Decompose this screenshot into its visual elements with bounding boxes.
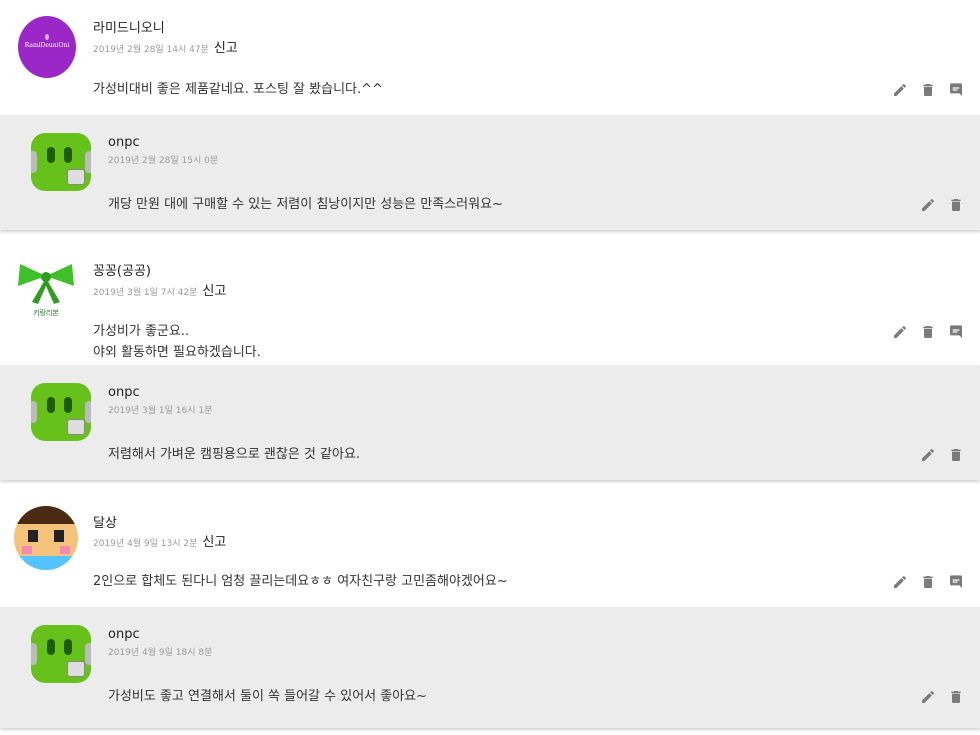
comment: 키랑리본 꽁꽁(공공) 2019년 3월 1일 7시 42분 신고 가성비가 좋군… — [0, 242, 980, 365]
pencil-icon[interactable] — [892, 324, 908, 340]
avatar[interactable]: RamiDeuniOni — [18, 16, 76, 78]
comment-author[interactable]: 꽁꽁(공공) — [93, 260, 151, 279]
trash-icon[interactable] — [948, 447, 964, 463]
comment-author[interactable]: 달상 — [93, 512, 117, 531]
comment-date: 2019년 2월 28일 14시 47분 — [93, 45, 209, 55]
comment-text: 가성비가 좋군요.. 야외 활동하면 필요하겠습니다. — [93, 324, 261, 360]
avatar-eye — [54, 530, 64, 542]
reply-actions — [920, 197, 964, 213]
comment-thread-3: 달상 2019년 4월 9일 13시 2분 신고 2인으로 합체도 된다니 엄청 … — [0, 492, 980, 728]
avatar-hair — [14, 506, 78, 524]
reply-text: 개당 만원 대에 구매할 수 있는 저렴이 침낭이지만 성능은 만족스러워요~ — [108, 197, 503, 212]
robot-avatar[interactable] — [31, 625, 91, 683]
reply: onpc 2019년 3월 1일 16시 1분 저렴해서 가벼운 캠핑용으로 괜… — [0, 365, 980, 480]
reply: onpc 2019년 4월 9일 18시 8분 가성비도 좋고 연결해서 둘이 … — [0, 607, 980, 728]
report-link[interactable]: 신고 — [202, 535, 226, 550]
reply-author[interactable]: onpc — [108, 385, 140, 400]
avatar-text: 키랑리본 — [33, 309, 59, 317]
trash-icon[interactable] — [920, 574, 936, 590]
reply-text: 가성비도 좋고 연결해서 둘이 쏙 들어갈 수 있어서 좋아요~ — [108, 689, 428, 704]
comment-date: 2019년 4월 9일 13시 2분 — [93, 539, 198, 549]
reply-icon[interactable] — [948, 324, 964, 340]
avatar-text: RamiDeuniOni — [24, 42, 70, 49]
avatar-cheek — [22, 546, 32, 554]
pencil-icon[interactable] — [892, 574, 908, 590]
trash-icon[interactable] — [948, 689, 964, 705]
reply-author[interactable]: onpc — [108, 627, 140, 642]
pencil-icon[interactable] — [892, 82, 908, 98]
trash-icon[interactable] — [920, 324, 936, 340]
thread-gap — [0, 230, 980, 242]
comment-author[interactable]: 라미드니오니 — [93, 17, 165, 36]
comment-actions — [892, 324, 964, 340]
comment-text: 가성비대비 좋은 제품같네요. 포스팅 잘 봤습니다.^^ — [93, 82, 383, 97]
comment-thread-2: 키랑리본 꽁꽁(공공) 2019년 3월 1일 7시 42분 신고 가성비가 좋군… — [0, 242, 980, 480]
pencil-icon[interactable] — [920, 689, 936, 705]
reply-text: 저렴해서 가벼운 캠핑용으로 괜찮은 것 같아요. — [108, 447, 361, 462]
comment-date-row: 2019년 4월 9일 13시 2분 신고 — [93, 531, 226, 550]
trash-icon[interactable] — [920, 82, 936, 98]
report-link[interactable]: 신고 — [214, 41, 238, 56]
comment-thread-1: RamiDeuniOni 라미드니오니 2019년 2월 28일 14시 47분… — [0, 0, 980, 230]
robot-avatar[interactable] — [31, 383, 91, 441]
pencil-icon[interactable] — [920, 447, 936, 463]
comment: 달상 2019년 4월 9일 13시 2분 신고 2인으로 합체도 된다니 엄청 … — [0, 492, 980, 607]
comment-text: 2인으로 합체도 된다니 엄청 끌리는데요ㅎㅎ 여자친구랑 고민좀해야겠어요~ — [93, 574, 508, 589]
comment-date-row: 2019년 3월 1일 7시 42분 신고 — [93, 280, 226, 299]
reply-date: 2019년 2월 28일 15시 0분 — [108, 156, 219, 166]
comment-date-row: 2019년 2월 28일 14시 47분 신고 — [93, 37, 238, 56]
comment-actions — [892, 574, 964, 590]
avatar[interactable]: 키랑리본 — [14, 256, 78, 320]
pencil-icon[interactable] — [920, 197, 936, 213]
trash-icon[interactable] — [948, 197, 964, 213]
reply-actions — [920, 447, 964, 463]
avatar-cheek — [60, 546, 70, 554]
reply-icon[interactable] — [948, 82, 964, 98]
comment-actions — [892, 82, 964, 98]
robot-avatar[interactable] — [31, 133, 91, 191]
reply-actions — [920, 689, 964, 705]
reply-icon[interactable] — [948, 574, 964, 590]
reply-date: 2019년 3월 1일 16시 1분 — [108, 406, 213, 416]
comment: RamiDeuniOni 라미드니오니 2019년 2월 28일 14시 47분… — [0, 0, 980, 115]
comment-date: 2019년 3월 1일 7시 42분 — [93, 288, 198, 298]
reply-date: 2019년 4월 9일 18시 8분 — [108, 648, 213, 658]
report-link[interactable]: 신고 — [202, 284, 226, 299]
thread-gap — [0, 480, 980, 492]
reply: onpc 2019년 2월 28일 15시 0분 개당 만원 대에 구매할 수 … — [0, 115, 980, 230]
avatar[interactable] — [14, 506, 78, 570]
avatar-flame — [45, 34, 49, 40]
avatar-collar — [14, 556, 78, 570]
reply-author[interactable]: onpc — [108, 135, 140, 150]
avatar-eye — [28, 530, 38, 542]
